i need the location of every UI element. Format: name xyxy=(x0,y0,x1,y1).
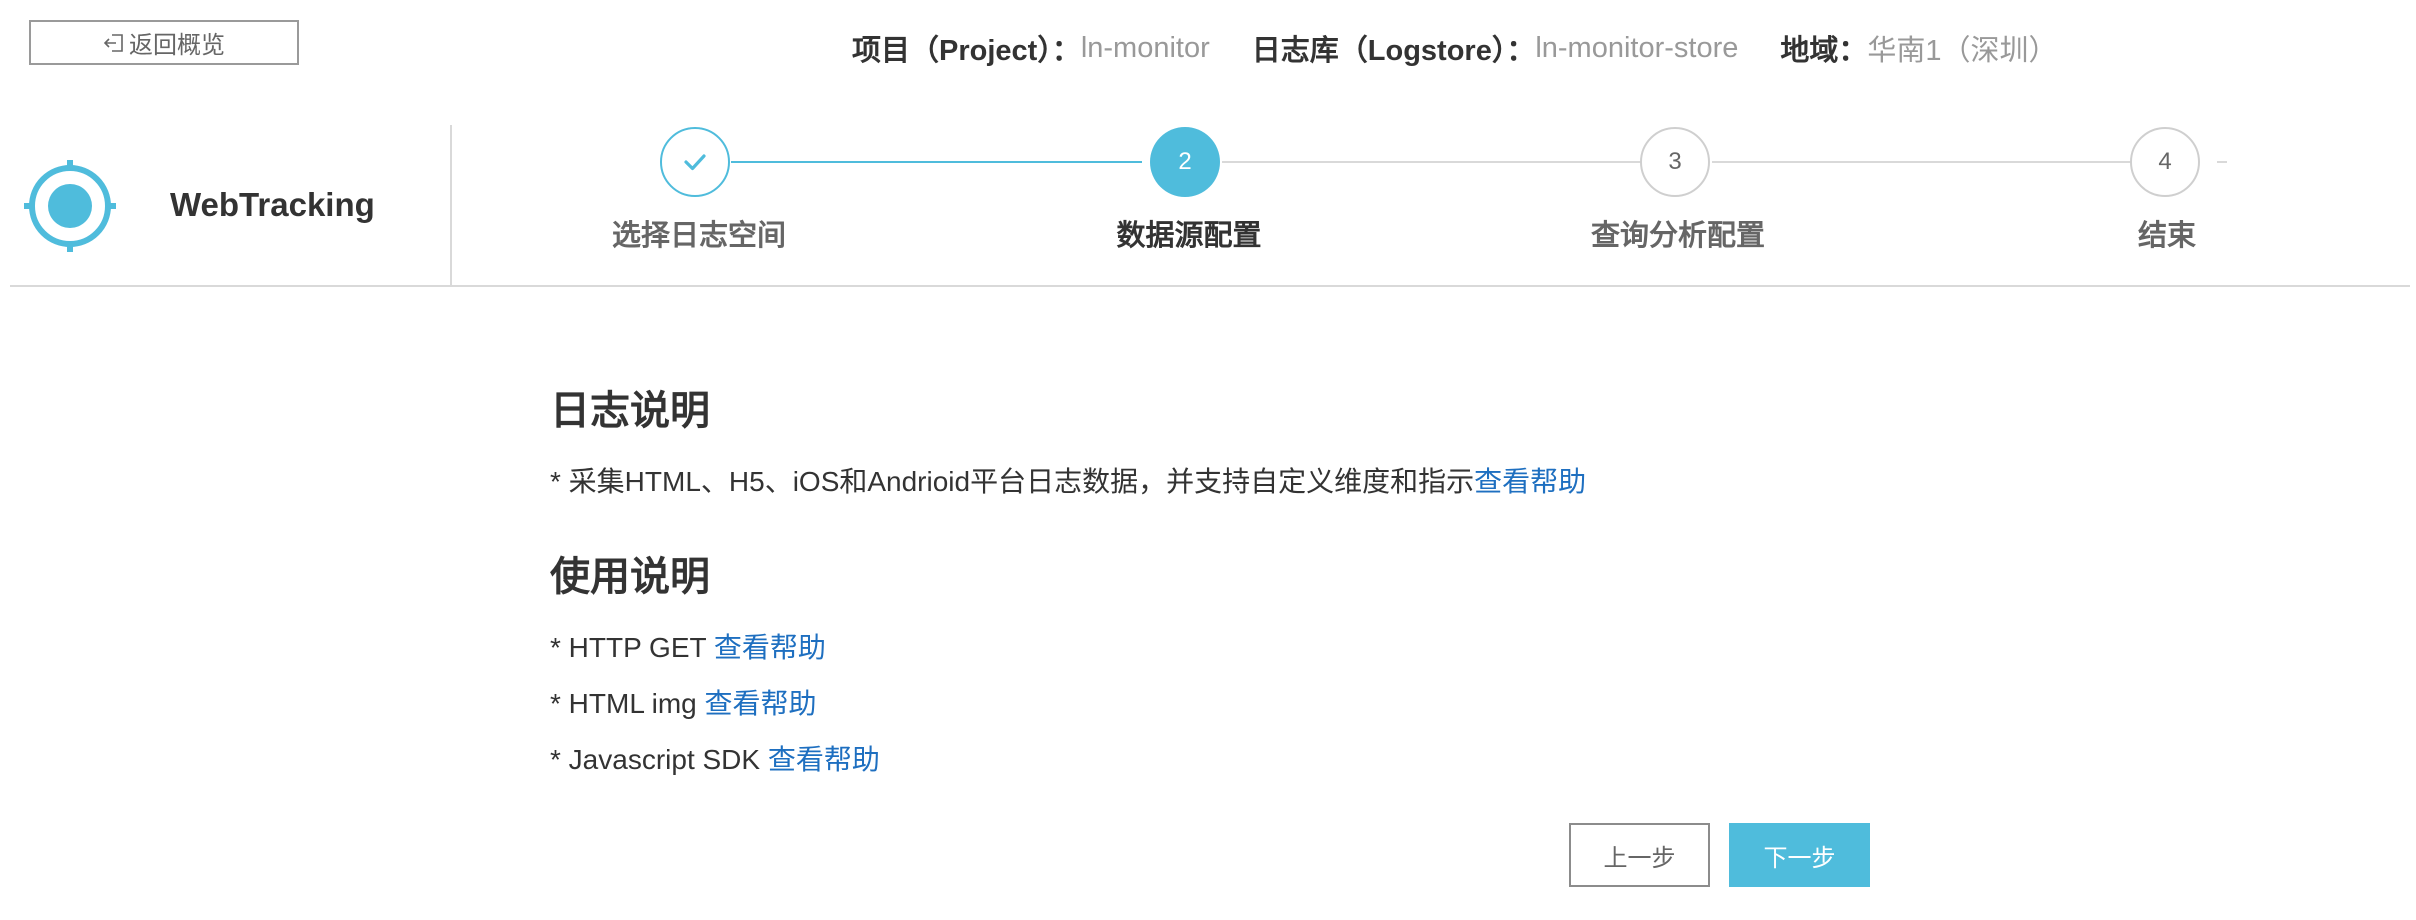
project-value: ln-monitor xyxy=(1080,31,1210,64)
step-1-label: 选择日志空间 xyxy=(611,220,787,252)
step-3-label: 查询分析配置 xyxy=(1590,220,1766,252)
target-icon xyxy=(24,160,116,252)
step-2-label: 数据源配置 xyxy=(1116,220,1262,252)
step-connector-3 xyxy=(1712,161,2132,163)
logstore-label: 日志库（Logstore）： xyxy=(1251,35,1536,67)
next-step-button[interactable]: 下一步 xyxy=(1729,823,1870,887)
usage-item-text: * Javascript SDK xyxy=(550,744,768,775)
back-button-label: 返回概览 xyxy=(129,32,225,59)
logstore-value: ln-monitor-store xyxy=(1535,31,1739,64)
html-img-help-link[interactable]: 查看帮助 xyxy=(705,688,817,719)
http-get-help-link[interactable]: 查看帮助 xyxy=(714,632,826,663)
step-connector-1 xyxy=(731,161,1142,163)
step-connector-2 xyxy=(1222,161,1642,163)
usage-item-http-get: * HTTP GET 查看帮助 xyxy=(550,626,826,666)
logo-divider xyxy=(450,125,452,285)
usage-title: 使用说明 xyxy=(550,555,710,599)
log-description-title: 日志说明 xyxy=(550,389,710,433)
step-1-circle xyxy=(660,127,730,197)
step-4-label: 结束 xyxy=(2137,220,2197,252)
usage-item-html-img: * HTML img 查看帮助 xyxy=(550,682,817,722)
exit-icon xyxy=(103,33,123,52)
region-value: 华南1（深圳） xyxy=(1867,35,2058,67)
product-name: WebTracking xyxy=(170,186,375,223)
back-to-overview-button[interactable]: 返回概览 xyxy=(29,20,299,65)
usage-item-text: * HTML img xyxy=(550,688,705,719)
log-description-body: * 采集HTML、H5、iOS和Andrioid平台日志数据，并支持自定义维度和… xyxy=(550,466,1475,497)
region-label: 地域： xyxy=(1780,35,1868,67)
step-3-circle: 3 xyxy=(1640,127,1710,197)
checkmark-icon xyxy=(684,154,706,171)
step-4-circle: 4 xyxy=(2130,127,2200,197)
project-info-bar: 项目（Project）： ln-monitor 日志库（Logstore）： l… xyxy=(852,24,2058,72)
header-divider xyxy=(10,285,2410,287)
previous-step-button[interactable]: 上一步 xyxy=(1569,823,1710,887)
usage-item-js-sdk: * Javascript SDK 查看帮助 xyxy=(550,738,880,778)
js-sdk-help-link[interactable]: 查看帮助 xyxy=(768,744,880,775)
usage-item-text: * HTTP GET xyxy=(550,632,714,663)
project-label: 项目（Project）： xyxy=(852,35,1081,67)
log-description-text: * 采集HTML、H5、iOS和Andrioid平台日志数据，并支持自定义维度和… xyxy=(550,460,1586,500)
log-help-link[interactable]: 查看帮助 xyxy=(1474,466,1586,497)
step-connector-tail xyxy=(2217,161,2227,163)
step-2-circle: 2 xyxy=(1150,127,1220,197)
